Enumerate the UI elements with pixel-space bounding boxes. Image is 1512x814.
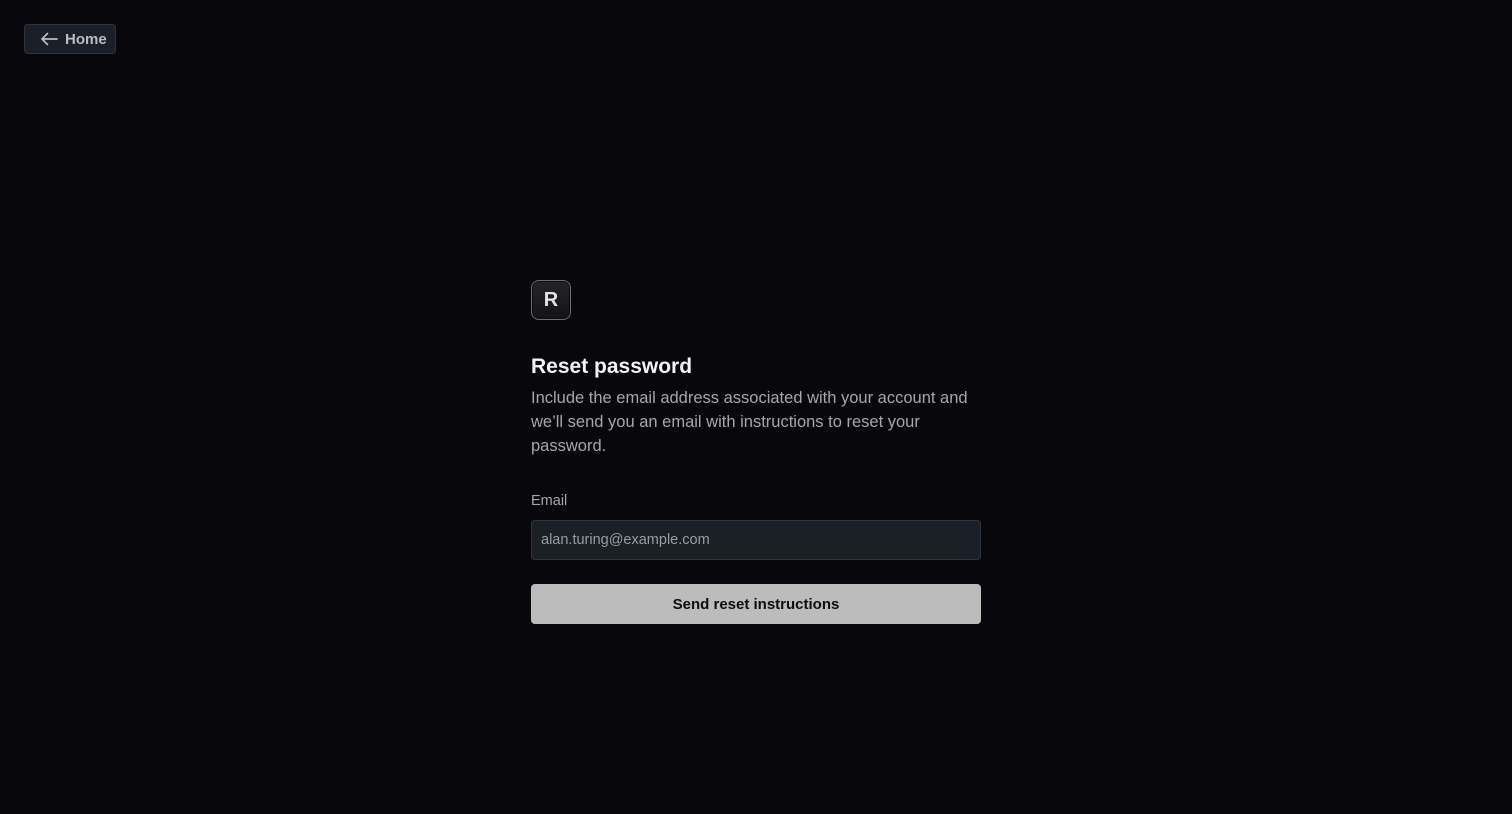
send-reset-instructions-button[interactable]: Send reset instructions <box>531 584 981 624</box>
send-reset-instructions-label: Send reset instructions <box>672 595 840 613</box>
form-description: Include the email address associated wit… <box>531 389 968 455</box>
email-label: Email <box>531 493 568 509</box>
brand-logo: R <box>531 280 571 320</box>
email-input[interactable] <box>531 520 981 560</box>
reset-password-form: R Reset password Include the email addre… <box>531 280 981 624</box>
page-title: Reset password <box>531 355 693 378</box>
home-button[interactable]: Home <box>24 24 116 54</box>
home-label: Home <box>65 30 107 48</box>
logo-letter: R <box>543 288 559 311</box>
arrow-left-icon <box>40 32 58 46</box>
